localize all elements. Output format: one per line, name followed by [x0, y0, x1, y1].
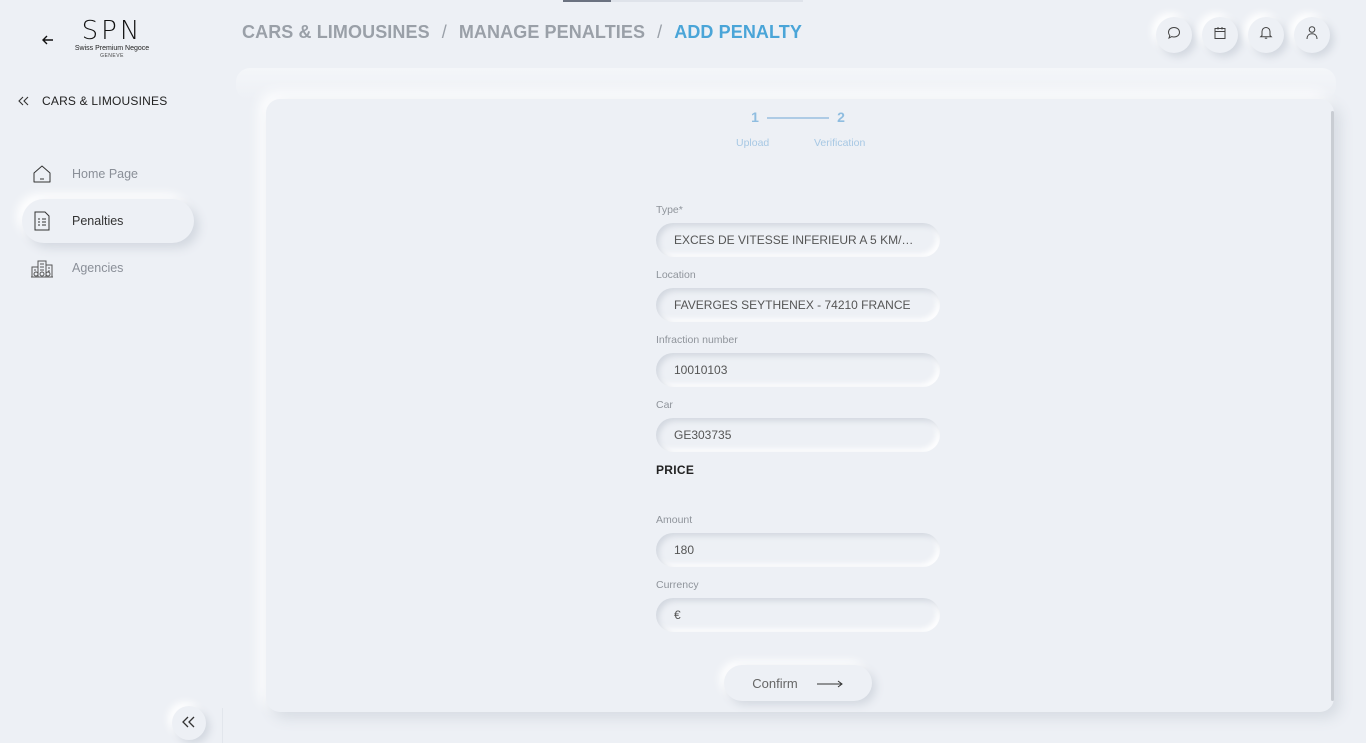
logo: SPN Swiss Premium Negoce GENEVE	[70, 18, 154, 59]
sidebar-section-label: CARS & LIMOUSINES	[42, 94, 168, 108]
notifications-button[interactable]	[1248, 17, 1284, 53]
step-2-label: Verification	[814, 137, 866, 149]
sidebar-item-penalties[interactable]: Penalties	[22, 199, 194, 243]
scrollbar[interactable]	[1331, 111, 1334, 701]
calendar-button[interactable]	[1202, 17, 1238, 53]
sidebar-nav: Home Page Penalties Agencies	[22, 152, 194, 293]
chat-icon	[1167, 26, 1181, 45]
sidebar: SPN Swiss Premium Negoce GENEVE CARS & L…	[0, 0, 222, 743]
double-chevron-left-icon	[18, 94, 30, 109]
breadcrumb-item-manage-penalties[interactable]: MANAGE PENALTIES	[459, 22, 645, 43]
price-section-title: PRICE	[656, 463, 695, 477]
sidebar-item-home-page[interactable]: Home Page	[22, 152, 194, 196]
currency-label: Currency	[656, 579, 699, 591]
step-2-number: 2	[837, 109, 845, 125]
logo-city: GENEVE	[100, 53, 124, 59]
arrow-right-icon	[816, 676, 844, 691]
breadcrumb-separator: /	[441, 22, 447, 42]
document-icon	[30, 209, 54, 233]
top-progress-fill	[563, 0, 611, 2]
step-1-label: Upload	[736, 137, 770, 149]
top-progress-bar	[563, 0, 803, 2]
sidebar-item-label: Penalties	[72, 214, 124, 228]
sidebar-item-label: Home Page	[72, 167, 139, 181]
car-field[interactable]: GE303735	[656, 418, 940, 452]
breadcrumb-item-cars-limousines[interactable]: CARS & LIMOUSINES	[242, 22, 430, 43]
back-arrow-icon[interactable]	[38, 30, 58, 50]
stepper: 1 2 Upload Verification	[736, 107, 876, 155]
breadcrumb-separator: /	[657, 22, 663, 42]
logo-mark: SPN	[81, 16, 143, 46]
header-bar	[236, 68, 1336, 100]
location-label: Location	[656, 269, 696, 281]
infraction-number-field[interactable]: 10010103	[656, 353, 940, 387]
step-1-number: 1	[751, 109, 759, 125]
sidebar-divider	[222, 708, 223, 743]
sidebar-section-title[interactable]: CARS & LIMOUSINES	[18, 92, 167, 110]
car-label: Car	[656, 399, 673, 411]
confirm-button[interactable]: Confirm	[724, 665, 872, 701]
confirm-label: Confirm	[752, 675, 798, 691]
penalty-form: Type* EXCES DE VITESSE INFERIEUR A 5 KM/…	[656, 203, 940, 643]
amount-field[interactable]: 180	[656, 533, 940, 567]
currency-field[interactable]: €	[656, 598, 940, 632]
header-actions	[1156, 17, 1330, 53]
breadcrumb: CARS & LIMOUSINES / MANAGE PENALTIES / A…	[242, 22, 802, 43]
type-label: Type*	[656, 204, 683, 216]
add-penalty-card: 1 2 Upload Verification Type* EXCES DE V…	[266, 99, 1334, 712]
sidebar-item-label: Agencies	[72, 261, 124, 275]
sidebar-item-agencies[interactable]: Agencies	[22, 246, 194, 290]
user-icon	[1305, 25, 1319, 45]
messages-button[interactable]	[1156, 17, 1192, 53]
step-connector	[767, 117, 829, 119]
buildings-icon	[30, 256, 54, 280]
double-chevron-left-icon	[182, 715, 196, 731]
home-icon	[30, 162, 54, 186]
logo-name: Swiss Premium Negoce	[74, 45, 150, 52]
type-field[interactable]: EXCES DE VITESSE INFERIEUR A 5 KM/H P...	[656, 223, 940, 257]
amount-label: Amount	[656, 514, 693, 526]
infraction-number-label: Infraction number	[656, 334, 738, 346]
profile-button[interactable]	[1294, 17, 1330, 53]
collapse-sidebar-button[interactable]	[172, 706, 206, 740]
calendar-icon	[1213, 26, 1227, 45]
bell-icon	[1259, 25, 1273, 45]
location-field[interactable]: FAVERGES SEYTHENEX - 74210 FRANCE	[656, 288, 940, 322]
page-title: ADD PENALTY	[674, 22, 802, 42]
